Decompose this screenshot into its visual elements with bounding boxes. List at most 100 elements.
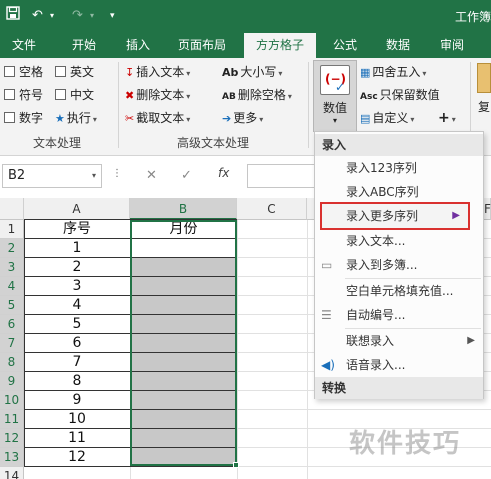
custom-button[interactable]: ▤ 自定义 ▾: [360, 109, 414, 127]
chinese-checkbox[interactable]: 中文: [55, 86, 94, 104]
menu-item-123-sequence[interactable]: 录入123序列: [315, 156, 483, 180]
customize-toolbar-icon[interactable]: ▾: [110, 6, 115, 26]
row-header[interactable]: 8: [0, 353, 24, 372]
cancel-icon[interactable]: ✕: [146, 168, 157, 183]
execute-star-icon: ★: [55, 112, 65, 125]
cell-seq[interactable]: 11: [24, 429, 130, 448]
row-header[interactable]: 6: [0, 315, 24, 334]
row-header[interactable]: 11: [0, 410, 24, 429]
cell-seq[interactable]: 6: [24, 334, 130, 353]
confirm-icon[interactable]: ✓: [181, 168, 192, 183]
ribbon-divider: [118, 62, 119, 148]
select-all-corner[interactable]: [0, 198, 24, 220]
column-header-b[interactable]: B: [130, 198, 237, 220]
column-header-c[interactable]: C: [237, 198, 307, 220]
name-box[interactable]: B2 ▾: [2, 164, 102, 188]
row-header[interactable]: 12: [0, 429, 24, 448]
space-checkbox[interactable]: 空格: [4, 63, 43, 81]
submenu-arrow-icon: ▶: [467, 335, 475, 346]
watermark: 软件技巧: [349, 429, 462, 459]
cell-seq[interactable]: 2: [24, 258, 130, 277]
tab-file[interactable]: 文件: [5, 33, 43, 58]
submenu-arrow-icon: ▶: [452, 210, 460, 221]
ribbon-tabs: 文件 开始 插入 页面布局 方方格子 公式 数据 审阅: [0, 33, 491, 58]
cell-seq[interactable]: 12: [24, 448, 130, 467]
fill-handle[interactable]: [233, 462, 239, 468]
number-checkbox[interactable]: 数字: [4, 109, 43, 127]
case-button[interactable]: Ab 大小写 ▾: [222, 63, 282, 81]
column-header-a[interactable]: A: [24, 198, 130, 220]
ribbon-divider: [308, 62, 309, 148]
menu-item-input-text[interactable]: 录入文本...: [315, 229, 483, 253]
submenu-peek: F: [484, 202, 491, 216]
header-cell-seq[interactable]: 序号: [24, 220, 130, 239]
undo-icon[interactable]: ↶: [32, 6, 43, 26]
tab-page-layout[interactable]: 页面布局: [170, 33, 234, 58]
numeric-button[interactable]: (−) ✓ 数值 ▾: [313, 60, 357, 132]
save-icon[interactable]: [6, 6, 20, 26]
partial-ribbon-label[interactable]: 复: [478, 98, 490, 116]
arrow-right-icon: ➔: [222, 112, 232, 125]
menu-item-voice-input[interactable]: ◀) 语音录入...: [315, 353, 483, 377]
title-bar: ↶ ▾ ↷ ▾ ▾ 工作簿: [0, 0, 491, 33]
group-label-advanced-text: 高级文本处理: [177, 136, 250, 150]
round-button[interactable]: ▦ 四舍五入 ▾: [360, 63, 426, 81]
keep-values-button[interactable]: Asc 只保留数值: [360, 86, 440, 104]
numeric-dropdown-menu: 录入 录入123序列 录入ABC序列 录入更多序列 ▶ 录入文本... ▭ 录入到多…: [314, 131, 484, 399]
keep-values-icon: Asc: [360, 92, 378, 102]
extract-text-button[interactable]: ✂ 截取文本 ▾: [125, 109, 190, 127]
row-header[interactable]: 14: [0, 467, 24, 479]
row-header[interactable]: 4: [0, 277, 24, 296]
row-header[interactable]: 5: [0, 296, 24, 315]
cell-seq[interactable]: 7: [24, 353, 130, 372]
undo-dropdown-icon[interactable]: ▾: [50, 6, 54, 26]
speaker-icon: ◀): [321, 358, 335, 372]
tab-fangfanggezi[interactable]: 方方格子: [244, 33, 316, 58]
redo-dropdown-icon[interactable]: ▾: [90, 6, 94, 26]
menu-section-convert: 转换: [315, 377, 483, 399]
multi-book-icon: ▭: [321, 258, 333, 272]
cell-seq[interactable]: 9: [24, 391, 130, 410]
cell-seq[interactable]: 5: [24, 315, 130, 334]
tab-formulas[interactable]: 公式: [325, 33, 365, 58]
insert-function-icon[interactable]: fx: [218, 166, 229, 180]
row-header[interactable]: 2: [0, 239, 24, 258]
case-icon: Ab: [222, 66, 239, 79]
menu-item-abc-sequence[interactable]: 录入ABC序列: [315, 180, 483, 204]
row-header[interactable]: 10: [0, 391, 24, 410]
partial-ribbon-icon[interactable]: [477, 63, 491, 93]
menu-item-associative-input[interactable]: 联想录入 ▶: [315, 329, 483, 353]
tab-home[interactable]: 开始: [60, 33, 108, 58]
row-header[interactable]: 13: [0, 448, 24, 467]
menu-item-more-sequences[interactable]: 录入更多序列 ▶: [320, 202, 470, 230]
row-header[interactable]: 1: [0, 220, 24, 239]
insert-text-button[interactable]: ↧ 插入文本 ▾: [125, 63, 190, 81]
english-checkbox[interactable]: 英文: [55, 63, 94, 81]
formula-bar-grip-icon[interactable]: ⋮: [112, 168, 122, 179]
add-button[interactable]: + ▾: [438, 109, 456, 127]
menu-item-input-multi-book[interactable]: ▭ 录入到多簿...: [315, 253, 483, 277]
group-label-text-processing: 文本处理: [33, 136, 82, 150]
symbol-checkbox[interactable]: 符号: [4, 86, 43, 104]
cell-seq[interactable]: 1: [24, 239, 130, 258]
redo-icon[interactable]: ↷: [72, 6, 83, 26]
menu-item-auto-number[interactable]: ☰ 自动编号...: [315, 303, 483, 327]
more-button[interactable]: ➔ 更多 ▾: [222, 109, 263, 127]
cell-seq[interactable]: 8: [24, 372, 130, 391]
row-header[interactable]: 9: [0, 372, 24, 391]
row-header[interactable]: 7: [0, 334, 24, 353]
cell-seq[interactable]: 4: [24, 296, 130, 315]
row-header[interactable]: 3: [0, 258, 24, 277]
cell-seq[interactable]: 3: [24, 277, 130, 296]
tab-data[interactable]: 数据: [376, 33, 420, 58]
menu-section-input: 录入: [315, 134, 483, 156]
tab-insert[interactable]: 插入: [116, 33, 160, 58]
tab-review[interactable]: 审阅: [430, 33, 474, 58]
delete-space-button[interactable]: AB 删除空格 ▾: [222, 86, 292, 104]
delete-text-button[interactable]: ✖ 删除文本 ▾: [125, 86, 190, 104]
menu-item-fill-blank[interactable]: 空白单元格填充值...: [315, 279, 483, 303]
execute-button[interactable]: ★ 执行 ▾: [55, 109, 97, 127]
cell-seq[interactable]: 10: [24, 410, 130, 429]
custom-icon: ▤: [360, 112, 371, 125]
formula-input[interactable]: [247, 164, 317, 188]
